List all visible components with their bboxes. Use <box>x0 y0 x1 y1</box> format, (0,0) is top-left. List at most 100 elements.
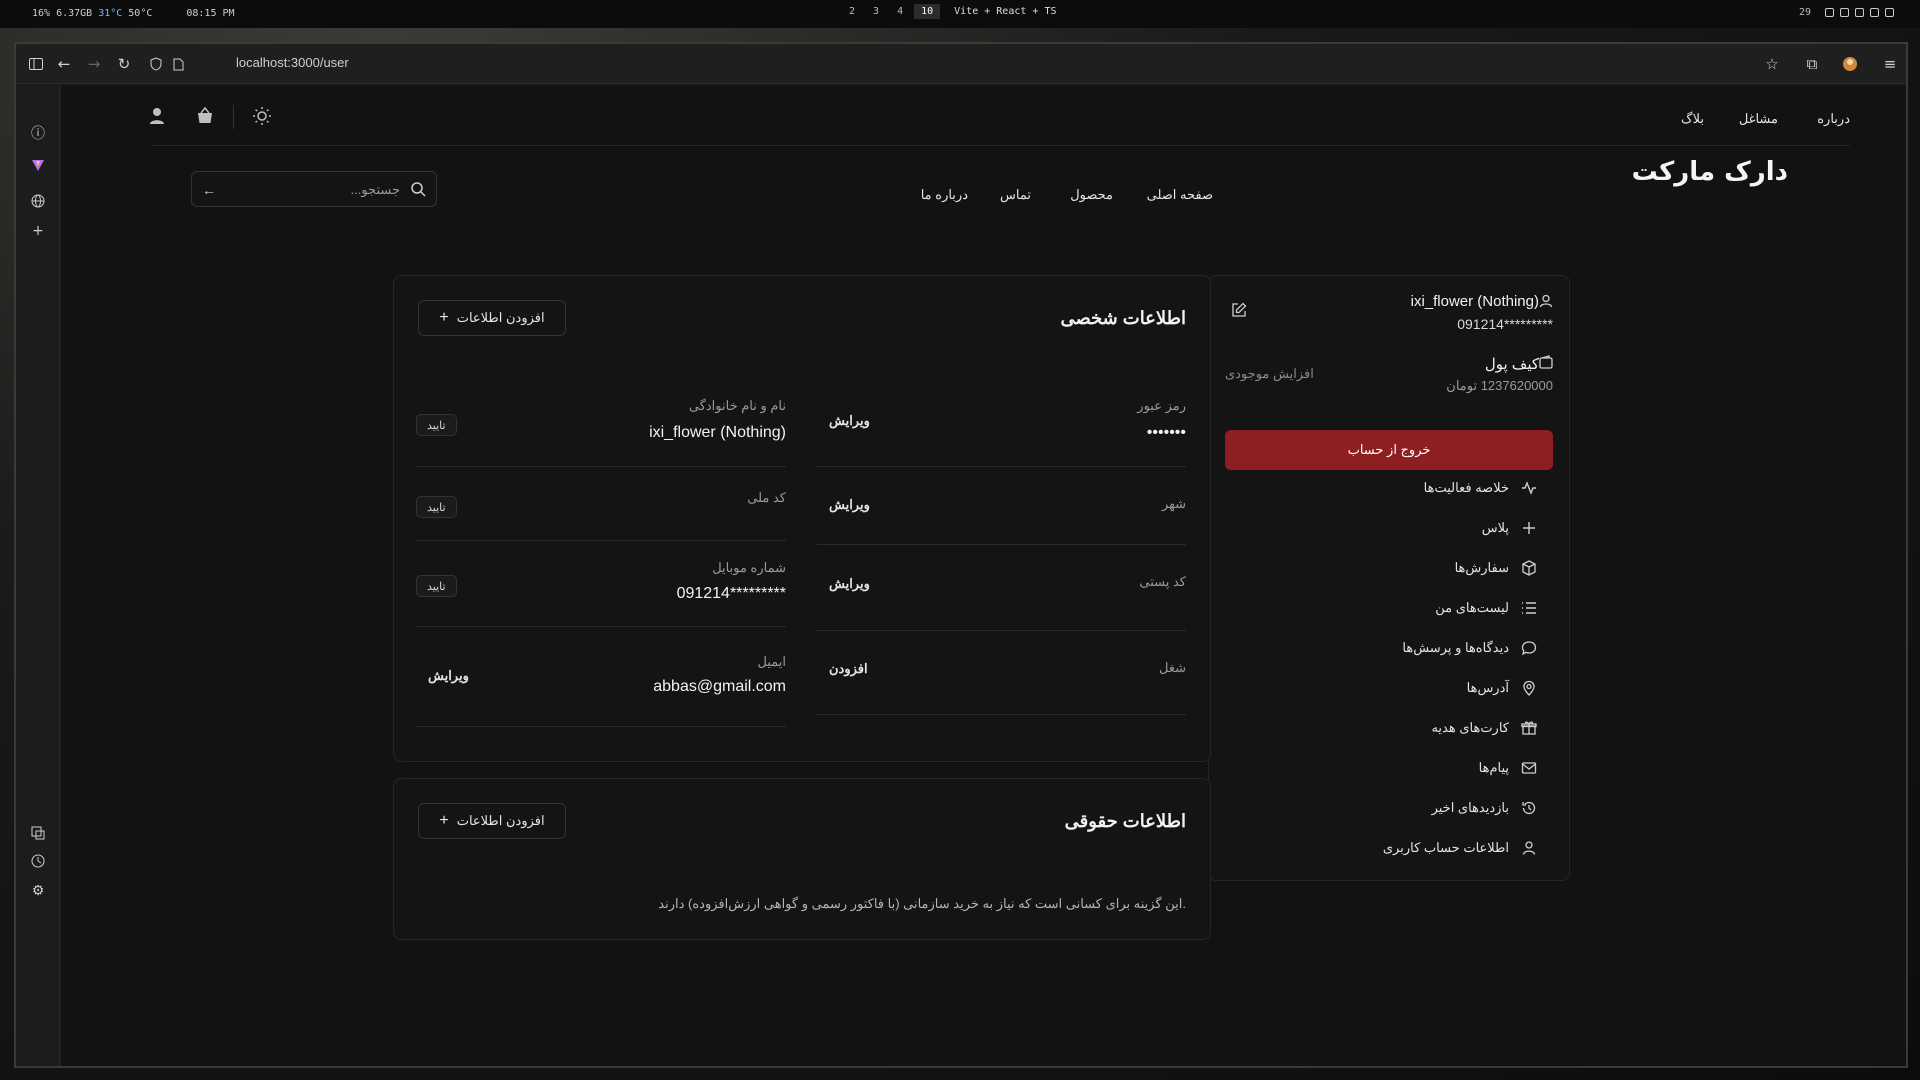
profile-phone: 091214********* <box>1457 316 1553 332</box>
power-icon[interactable] <box>1885 8 1894 17</box>
menu-gift-cards[interactable]: کارت‌های هدیه <box>1431 717 1537 739</box>
user-icon <box>1539 294 1553 308</box>
menu-label: کارت‌های هدیه <box>1431 720 1509 735</box>
field-label: شماره موبایل <box>712 560 786 575</box>
top-link-blog[interactable]: بلاگ <box>1681 111 1704 127</box>
user-account-icon[interactable] <box>146 105 168 127</box>
field-value: abbas@gmail.com <box>653 678 786 695</box>
site-logo[interactable]: دارک مارکت <box>1632 157 1788 187</box>
add-legal-info-button[interactable]: افزودن اطلاعات + <box>418 803 566 839</box>
field-label: کد پستی <box>1139 574 1186 589</box>
search-box[interactable]: جستجو... ← <box>191 171 437 207</box>
tabs-icon[interactable] <box>28 823 48 843</box>
forward-icon[interactable]: → <box>84 54 104 74</box>
workspace-3[interactable]: 3 <box>866 4 886 19</box>
network-icon[interactable] <box>1855 8 1864 17</box>
edit-city-button[interactable]: ویرایش <box>829 497 870 513</box>
vite-icon[interactable] <box>28 155 48 175</box>
nav-home[interactable]: صفحه اصلی <box>1147 187 1213 203</box>
verify-badge[interactable]: تایید <box>416 496 457 518</box>
telegram-icon[interactable] <box>1870 8 1879 17</box>
legal-info-card: اطلاعات حقوقی افزودن اطلاعات + .این گزین… <box>393 778 1211 940</box>
menu-orders[interactable]: سفارش‌ها <box>1455 557 1537 579</box>
menu-recent-views[interactable]: بازدیدهای اخیر <box>1432 797 1537 819</box>
top-link-about[interactable]: درباره <box>1817 111 1850 127</box>
edit-postal-code-button[interactable]: ویرایش <box>829 576 870 592</box>
top-link-careers[interactable]: مشاغل <box>1739 111 1778 127</box>
nav-product[interactable]: محصول <box>1070 187 1113 203</box>
clock: 08:15 PM <box>186 8 235 19</box>
browser-sidebar: ⓘ + ⚙ <box>16 85 60 1066</box>
info-icon[interactable]: ⓘ <box>28 123 48 143</box>
increase-balance-link[interactable]: افزایش موجودی <box>1225 366 1314 382</box>
menu-label: پلاس <box>1481 520 1509 535</box>
cpu-temp: 31°C <box>98 8 123 19</box>
nav-about-us[interactable]: درباره ما <box>921 187 968 203</box>
verify-badge[interactable]: تایید <box>416 414 457 436</box>
verify-badge[interactable]: تایید <box>416 575 457 597</box>
address-bar[interactable]: localhost:3000/user <box>236 55 349 70</box>
menu-my-lists[interactable]: لیست‌های من <box>1435 597 1537 619</box>
bluetooth-icon[interactable] <box>1840 8 1849 17</box>
tray-app-icon[interactable] <box>1825 8 1834 17</box>
browser-toolbar: ← → ↻ localhost:3000/user ☆ ⧉ ≡ <box>16 44 1906 84</box>
menu-label: آدرس‌ها <box>1466 680 1509 695</box>
map-pin-icon <box>1523 680 1535 696</box>
wallet-label: کیف پول <box>1484 356 1539 373</box>
arrow-left-icon[interactable]: ← <box>202 182 216 198</box>
workspace-4[interactable]: 4 <box>890 4 910 19</box>
menu-account-info[interactable]: اطلاعات حساب کاربری <box>1383 837 1537 859</box>
menu-label: پیام‌ها <box>1478 760 1509 775</box>
profile-card: ixi_flower (Nothing) 091214********* کیف… <box>1208 275 1570 881</box>
menu-messages[interactable]: پیام‌ها <box>1479 757 1537 779</box>
active-window-title: Vite + React + TS <box>954 6 1057 17</box>
menu-icon[interactable]: ≡ <box>1880 54 1900 74</box>
field-mobile: شماره موبایل 091214********* تایید <box>416 541 786 627</box>
list-icon <box>1522 602 1536 614</box>
shield-icon[interactable] <box>146 54 166 74</box>
system-tray: 29 <box>1799 7 1894 18</box>
history-icon[interactable] <box>28 851 48 871</box>
menu-activity-summary[interactable]: خلاصه فعالیت‌ها <box>1424 477 1537 499</box>
field-label: ایمیل <box>757 654 786 669</box>
field-value: 091214********* <box>676 585 786 602</box>
bookmark-star-icon[interactable]: ☆ <box>1762 54 1782 74</box>
menu-plus[interactable]: پلاس <box>1482 517 1537 539</box>
field-national-code: کد ملی تایید <box>416 467 786 541</box>
sidebar-toggle-icon[interactable] <box>26 54 46 74</box>
theme-toggle-icon[interactable] <box>251 105 273 127</box>
nav-contact[interactable]: تماس <box>1000 187 1031 203</box>
field-value: ixi_flower (Nothing) <box>649 424 786 441</box>
workspace-2[interactable]: 2 <box>842 4 862 19</box>
mail-icon <box>1521 762 1537 774</box>
edit-profile-icon[interactable] <box>1229 302 1247 320</box>
menu-comments[interactable]: دیدگاه‌ها و پرسش‌ها <box>1402 637 1537 659</box>
wallet-balance: 1237620000 تومان <box>1446 378 1553 393</box>
add-panel-icon[interactable]: + <box>28 221 48 241</box>
field-city: شهر ویرایش <box>817 467 1186 545</box>
personal-info-card: اطلاعات شخصی افزودن اطلاعات + رمز عبور •… <box>393 275 1211 762</box>
search-input[interactable]: جستجو... <box>351 182 401 198</box>
add-info-button[interactable]: افزودن اطلاعات + <box>418 300 566 336</box>
workspace-10[interactable]: 10 <box>914 4 941 19</box>
profile-avatar-icon[interactable] <box>1840 54 1860 74</box>
menu-label: اطلاعات حساب کاربری <box>1382 840 1509 855</box>
basket-icon[interactable] <box>194 105 216 127</box>
edit-email-button[interactable]: ویرایش <box>428 668 469 684</box>
menu-addresses[interactable]: آدرس‌ها <box>1467 677 1537 699</box>
field-password: رمز عبور ••••••• ویرایش <box>817 391 1186 467</box>
logout-button[interactable]: خروج از حساب <box>1225 430 1553 470</box>
back-icon[interactable]: ← <box>54 54 74 74</box>
reload-icon[interactable]: ↻ <box>114 54 134 74</box>
volume-level[interactable]: 29 <box>1799 7 1811 18</box>
edit-password-button[interactable]: ویرایش <box>829 413 870 429</box>
workspace-switcher: 2 3 4 10 Vite + React + TS <box>842 4 1057 19</box>
menu-label: دیدگاه‌ها و پرسش‌ها <box>1402 640 1509 655</box>
globe-icon[interactable] <box>28 191 48 211</box>
extensions-icon[interactable]: ⧉ <box>1802 54 1822 74</box>
settings-gear-icon[interactable]: ⚙ <box>28 881 48 901</box>
divider <box>233 105 234 129</box>
field-label: کد ملی <box>747 490 786 505</box>
add-job-button[interactable]: افزودن <box>829 661 868 677</box>
field-job: شغل افزودن <box>817 631 1186 715</box>
